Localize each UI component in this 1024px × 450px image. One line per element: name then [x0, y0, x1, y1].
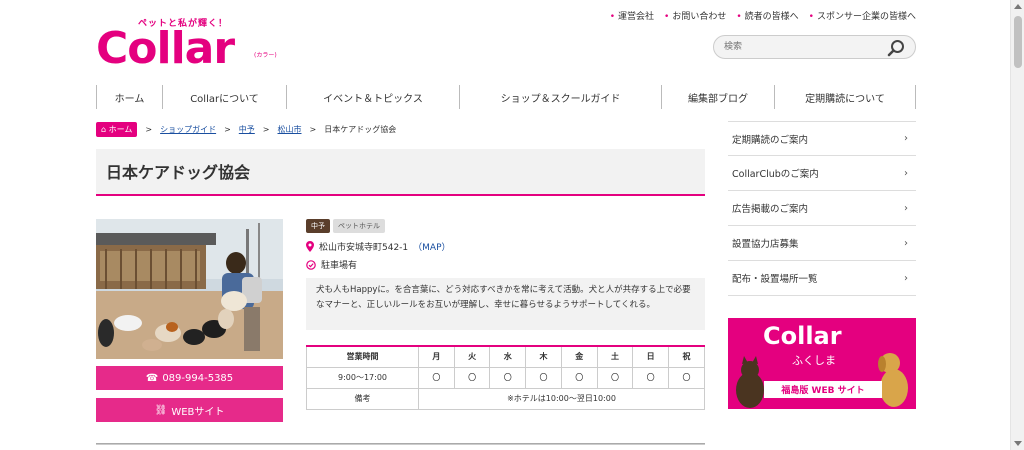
phone-icon: ☎ — [145, 372, 159, 384]
top-link-company[interactable]: 運営会社 — [610, 9, 654, 22]
scrollbar[interactable] — [1010, 0, 1024, 450]
day-wed: 水 — [489, 345, 527, 368]
check-circle-icon — [306, 259, 316, 270]
breadcrumb-home[interactable]: ⌂ ホーム — [96, 122, 138, 137]
address: 松山市安城寺町542-1 （MAP） — [306, 240, 451, 253]
parking-text: 駐車場有 — [321, 261, 358, 271]
scroll-down-arrow-icon[interactable] — [1014, 441, 1022, 446]
search-box — [713, 35, 916, 59]
sidebar-item-advertising[interactable]: 広告掲載のご案内 › — [728, 191, 916, 226]
nav-item-blog[interactable]: 編集部ブログ — [662, 85, 775, 109]
open-mark: 〇 — [560, 366, 598, 389]
logo-wordmark: Collar — [96, 23, 235, 74]
main-nav: ホーム Collarについて イベント＆トピックス ショップ＆スクールガイド 編… — [96, 85, 916, 109]
day-sat: 土 — [596, 345, 634, 368]
shop-description: 犬も人もHappyに。を合言葉に、どう対応すべきかを常に考えて活動。犬と人が共存… — [306, 278, 705, 330]
site-logo[interactable]: ペットと私が輝く！ Collar (カラー) — [96, 16, 286, 74]
breadcrumb-home-label: ホーム — [108, 125, 133, 134]
map-pin-icon — [306, 241, 314, 252]
open-mark: 〇 — [489, 366, 527, 389]
hours-note-row: 備考 ※ホテルは10:00～翌日10:00 — [306, 387, 705, 410]
fukushima-banner[interactable]: Collar ふくしま 福島版 WEB サイト — [728, 318, 916, 409]
search-input[interactable] — [724, 39, 874, 55]
phone-number: 089-994-5385 — [162, 372, 234, 384]
nav-item-shop-guide[interactable]: ショップ＆スクールガイド — [460, 85, 662, 109]
breadcrumb-city[interactable]: 松山市 — [278, 124, 302, 135]
breadcrumb-separator: > — [224, 125, 231, 134]
breadcrumb-separator: > — [309, 125, 317, 134]
chevron-right-icon: › — [904, 167, 908, 179]
hours-header-row: 営業時間 月 火 水 木 金 土 日 祝 — [306, 345, 705, 368]
sidebar-item-label: 定期購読のご案内 — [732, 134, 809, 146]
category-tag[interactable]: ペットホテル — [333, 219, 385, 233]
sidebar-item-label: 広告掲載のご案内 — [732, 204, 809, 215]
map-link[interactable]: （MAP） — [413, 240, 450, 253]
day-holiday: 祝 — [668, 345, 705, 368]
business-hours-table: 営業時間 月 火 水 木 金 土 日 祝 9:00～17:00 〇 〇 〇 〇 … — [306, 345, 705, 410]
page: ペットと私が輝く！ Collar (カラー) 運営会社 お問い合わせ 読者の皆様… — [0, 0, 1024, 450]
link-icon: ⛓ — [154, 404, 168, 416]
category-tags: 中予 ペットホテル — [306, 219, 385, 233]
day-fri: 金 — [560, 345, 598, 368]
sidebar-item-label: CollarClubのご案内 — [732, 169, 819, 180]
note-text: ※ホテルは10:00～翌日10:00 — [418, 387, 705, 410]
sidebar-menu: 定期購読のご案内 › CollarClubのご案内 › 広告掲載のご案内 › 設… — [728, 121, 916, 296]
top-link-contact[interactable]: お問い合わせ — [664, 9, 726, 22]
day-mon: 月 — [418, 345, 455, 368]
banner-cta: 福島版 WEB サイト — [764, 381, 882, 398]
breadcrumb-separator: > — [145, 125, 153, 134]
sidebar-item-label: 配布・設置場所一覧 — [732, 274, 818, 285]
banner-subtitle: ふくしま — [792, 354, 836, 367]
hours-time-row: 9:00～17:00 〇 〇 〇 〇 〇 〇 〇 〇 — [306, 366, 705, 389]
sidebar-item-subscription[interactable]: 定期購読のご案内 › — [728, 121, 916, 156]
logo-kana: (カラー) — [254, 52, 277, 59]
website-label: WEBサイト — [171, 406, 225, 418]
sidebar-item-distribution[interactable]: 配布・設置場所一覧 › — [728, 261, 916, 296]
sidebar-item-partner-recruit[interactable]: 設置協力店募集 › — [728, 226, 916, 261]
area-tag[interactable]: 中予 — [306, 219, 330, 233]
parking-info: 駐車場有 — [306, 258, 357, 271]
day-sun: 日 — [632, 345, 670, 368]
banner-title: Collar — [763, 322, 842, 350]
breadcrumb: ⌂ ホーム > ショップガイド > 中予 > 松山市 > 日本ケアドッグ協会 — [96, 122, 396, 137]
open-mark: 〇 — [418, 366, 455, 389]
sidebar-item-collarclub[interactable]: CollarClubのご案内 › — [728, 156, 916, 191]
note-label: 備考 — [306, 387, 419, 410]
hours-time: 9:00～17:00 — [306, 366, 419, 389]
top-link-sponsors[interactable]: スポンサー企業の皆様へ — [809, 9, 916, 22]
chevron-right-icon: › — [904, 237, 908, 249]
chevron-right-icon: › — [904, 202, 908, 214]
page-title: 日本ケアドッグ協会 — [96, 149, 705, 196]
home-icon: ⌂ — [101, 125, 107, 134]
breadcrumb-area[interactable]: 中予 — [239, 124, 255, 135]
day-tue: 火 — [453, 345, 491, 368]
scroll-up-arrow-icon[interactable] — [1014, 4, 1022, 9]
nav-item-events[interactable]: イベント＆トピックス — [287, 85, 460, 109]
search-icon[interactable] — [887, 39, 905, 57]
nav-item-home[interactable]: ホーム — [97, 85, 163, 109]
open-mark: 〇 — [453, 366, 491, 389]
breadcrumb-shop-guide[interactable]: ショップガイド — [160, 124, 216, 135]
breadcrumb-current: 日本ケアドッグ協会 — [324, 125, 397, 134]
top-utility-links: 運営会社 お問い合わせ 読者の皆様へ スポンサー企業の皆様へ — [610, 9, 916, 22]
shop-photo — [96, 219, 283, 359]
phone-button[interactable]: ☎ 089-994-5385 — [96, 366, 283, 390]
open-mark: 〇 — [668, 366, 705, 389]
sidebar-item-label: 設置協力店募集 — [732, 239, 799, 250]
nav-item-subscription[interactable]: 定期購読について — [775, 85, 916, 109]
address-text: 松山市安城寺町542-1 — [319, 243, 409, 253]
hours-header-label: 営業時間 — [306, 345, 419, 368]
website-button[interactable]: ⛓ WEBサイト — [96, 398, 283, 422]
chevron-right-icon: › — [904, 272, 908, 284]
nav-item-about[interactable]: Collarについて — [163, 85, 287, 109]
open-mark: 〇 — [525, 366, 562, 389]
breadcrumb-separator: > — [262, 125, 270, 134]
open-mark: 〇 — [632, 366, 670, 389]
section-divider — [96, 443, 705, 445]
day-thu: 木 — [525, 345, 562, 368]
scrollbar-thumb[interactable] — [1014, 16, 1022, 68]
top-link-readers[interactable]: 読者の皆様へ — [736, 9, 799, 22]
open-mark: 〇 — [596, 366, 634, 389]
chevron-right-icon: › — [904, 133, 908, 144]
